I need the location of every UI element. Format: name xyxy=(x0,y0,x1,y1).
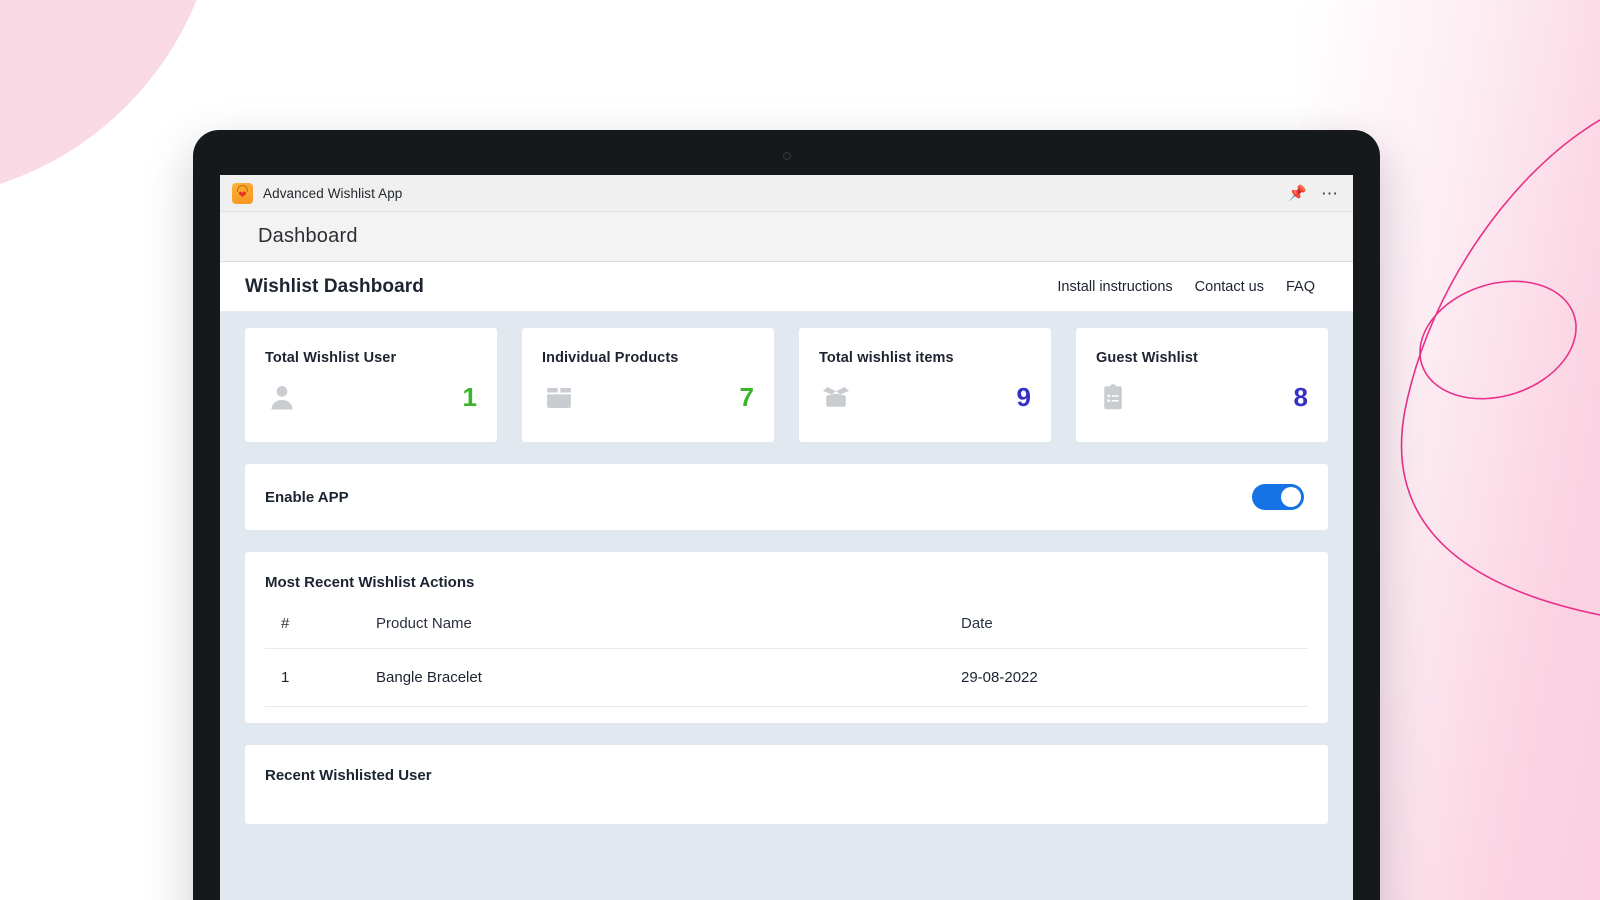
stat-card-body: 7 xyxy=(542,382,754,412)
stat-card-body: 9 xyxy=(819,382,1031,412)
enable-app-toggle[interactable] xyxy=(1252,484,1304,510)
stat-card-label: Total wishlist items xyxy=(819,350,954,366)
column-header-date: Date xyxy=(945,605,1308,649)
box-closed-icon xyxy=(547,388,571,408)
recent-actions-title: Most Recent Wishlist Actions xyxy=(265,574,475,591)
pin-icon[interactable]: 📌 xyxy=(1288,186,1307,201)
app-titlebar: ❤ Advanced Wishlist App 📌 ⋯ xyxy=(220,175,1353,212)
stat-card-label: Total Wishlist User xyxy=(265,350,397,366)
table-header-row: # Product Name Date xyxy=(265,605,1308,649)
table-row: 1 Bangle Bracelet 29-08-2022 xyxy=(265,648,1308,707)
user-icon xyxy=(271,386,293,410)
tablet-camera-icon xyxy=(782,152,791,160)
more-options-icon[interactable]: ⋯ xyxy=(1321,185,1339,202)
stat-card-total-wishlist-items: Total wishlist items 9 xyxy=(799,328,1051,442)
page-title: Wishlist Dashboard xyxy=(245,275,424,297)
cell-number: 1 xyxy=(265,648,360,707)
stat-card-value: 8 xyxy=(1293,382,1308,412)
stat-card-value: 1 xyxy=(462,382,477,412)
page-header: Wishlist Dashboard Install instructions … xyxy=(220,262,1353,312)
stat-card-value: 9 xyxy=(1016,382,1031,412)
column-header-product-name: Product Name xyxy=(360,605,945,649)
tab-dashboard[interactable]: Dashboard xyxy=(258,225,358,248)
recent-users-title: Recent Wishlisted User xyxy=(265,767,432,784)
app-title: Advanced Wishlist App xyxy=(263,185,403,201)
column-header-number: # xyxy=(265,605,360,649)
toggle-knob xyxy=(1281,487,1301,507)
stat-card-body: 1 xyxy=(265,382,477,412)
stat-card-body: 8 xyxy=(1096,382,1308,412)
recent-users-panel: Recent Wishlisted User xyxy=(245,745,1328,824)
dashboard-body: Total Wishlist User 1 Individual Product… xyxy=(220,312,1353,900)
stat-card-label: Individual Products xyxy=(542,350,679,366)
box-open-icon xyxy=(823,387,849,407)
header-links: Install instructions Contact us FAQ xyxy=(1057,279,1315,295)
clipboard-list-icon xyxy=(1104,384,1122,410)
stat-card-individual-products: Individual Products 7 xyxy=(522,328,774,442)
cell-product-name: Bangle Bracelet xyxy=(360,648,945,707)
recent-actions-table: # Product Name Date 1 Bangle Bracelet 29… xyxy=(265,605,1308,707)
recent-actions-panel: Most Recent Wishlist Actions # Product N… xyxy=(245,552,1328,723)
cell-date: 29-08-2022 xyxy=(945,648,1308,707)
stat-card-value: 7 xyxy=(739,382,754,412)
contact-us-link[interactable]: Contact us xyxy=(1195,279,1264,295)
stat-card-row: Total Wishlist User 1 Individual Product… xyxy=(245,328,1328,442)
install-instructions-link[interactable]: Install instructions xyxy=(1057,279,1172,295)
tablet-device-frame: ❤ Advanced Wishlist App 📌 ⋯ Dashboard Wi… xyxy=(193,130,1380,900)
tablet-screen: ❤ Advanced Wishlist App 📌 ⋯ Dashboard Wi… xyxy=(220,175,1353,900)
stat-card-guest-wishlist: Guest Wishlist 8 xyxy=(1076,328,1328,442)
heart-shape: ❤ xyxy=(238,189,247,201)
titlebar-actions: 📌 ⋯ xyxy=(1288,185,1339,202)
enable-app-panel: Enable APP xyxy=(245,464,1328,530)
decorative-pink-blob xyxy=(0,0,220,200)
faq-link[interactable]: FAQ xyxy=(1286,279,1315,295)
stat-card-total-wishlist-user: Total Wishlist User 1 xyxy=(245,328,497,442)
marketing-scene: ❤ Advanced Wishlist App 📌 ⋯ Dashboard Wi… xyxy=(0,0,1600,900)
app-tabbar: Dashboard xyxy=(220,212,1353,262)
wishlist-bag-heart-icon: ❤ xyxy=(232,182,253,204)
stat-card-label: Guest Wishlist xyxy=(1096,350,1198,366)
enable-app-label: Enable APP xyxy=(265,488,349,506)
